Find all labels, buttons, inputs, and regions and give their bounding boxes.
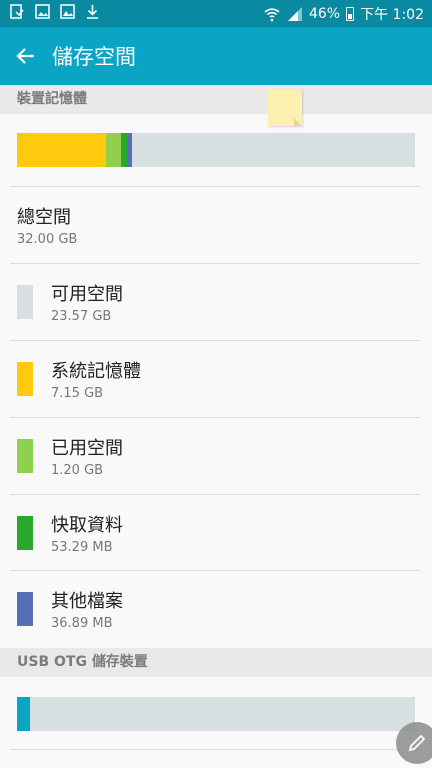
back-button[interactable] [10, 40, 42, 72]
section-header-device-storage: 裝置記憶體 [0, 85, 432, 114]
storage-item-value: 36.89 MB [51, 616, 113, 631]
usage-segment [120, 133, 128, 167]
usage-segment [105, 133, 121, 167]
usage-segment [17, 133, 106, 167]
color-swatch [17, 439, 33, 473]
download-icon [87, 5, 98, 19]
storage-item-label: 其他檔案 [51, 591, 123, 612]
gallery-icon [60, 4, 75, 19]
status-bar: 46% 下午 1:02 [0, 0, 432, 27]
color-swatch [17, 285, 33, 319]
color-swatch [17, 592, 33, 626]
pencil-icon [408, 734, 426, 752]
total-space-value: 32.00 GB [17, 232, 78, 247]
total-space-label: 總空間 [17, 207, 71, 228]
notification-icon [10, 4, 24, 19]
total-space-row[interactable]: 總空間 32.00 GB [0, 187, 432, 263]
storage-item-value: 7.15 GB [51, 386, 104, 401]
app-bar: 儲存空間 [0, 27, 432, 85]
storage-item-value: 53.29 MB [51, 540, 113, 555]
usage-segment [127, 133, 132, 167]
battery-icon [346, 7, 355, 21]
sticky-note-icon[interactable] [268, 89, 302, 126]
edit-fab-button[interactable] [396, 722, 432, 764]
usage-segment [17, 697, 30, 731]
storage-item-available[interactable]: 可用空間 23.57 GB [0, 264, 432, 340]
clock: 下午 1:02 [360, 7, 424, 23]
usb-storage-usage-bar [17, 697, 415, 731]
image-icon [35, 4, 50, 19]
storage-item-label: 已用空間 [51, 438, 123, 459]
divider [10, 749, 420, 750]
storage-item-cache[interactable]: 快取資料 53.29 MB [0, 495, 432, 571]
storage-item-label: 可用空間 [51, 284, 123, 305]
color-swatch [17, 362, 33, 396]
storage-item-used[interactable]: 已用空間 1.20 GB [0, 418, 432, 494]
storage-item-other[interactable]: 其他檔案 36.89 MB [0, 571, 432, 647]
signal-icon [287, 7, 302, 21]
device-storage-usage-bar [17, 133, 415, 167]
storage-item-value: 23.57 GB [51, 309, 112, 324]
storage-item-system[interactable]: 系統記憶體 7.15 GB [0, 341, 432, 417]
storage-item-value: 1.20 GB [51, 463, 104, 478]
arrow-left-icon [16, 48, 34, 64]
storage-item-label: 系統記憶體 [51, 361, 141, 382]
storage-item-label: 快取資料 [51, 515, 123, 536]
wifi-icon [264, 8, 280, 22]
battery-percent: 46% [308, 6, 341, 22]
color-swatch [17, 516, 33, 550]
section-header-usb-otg: USB OTG 儲存裝置 [0, 648, 432, 677]
page-title: 儲存空間 [52, 45, 136, 69]
